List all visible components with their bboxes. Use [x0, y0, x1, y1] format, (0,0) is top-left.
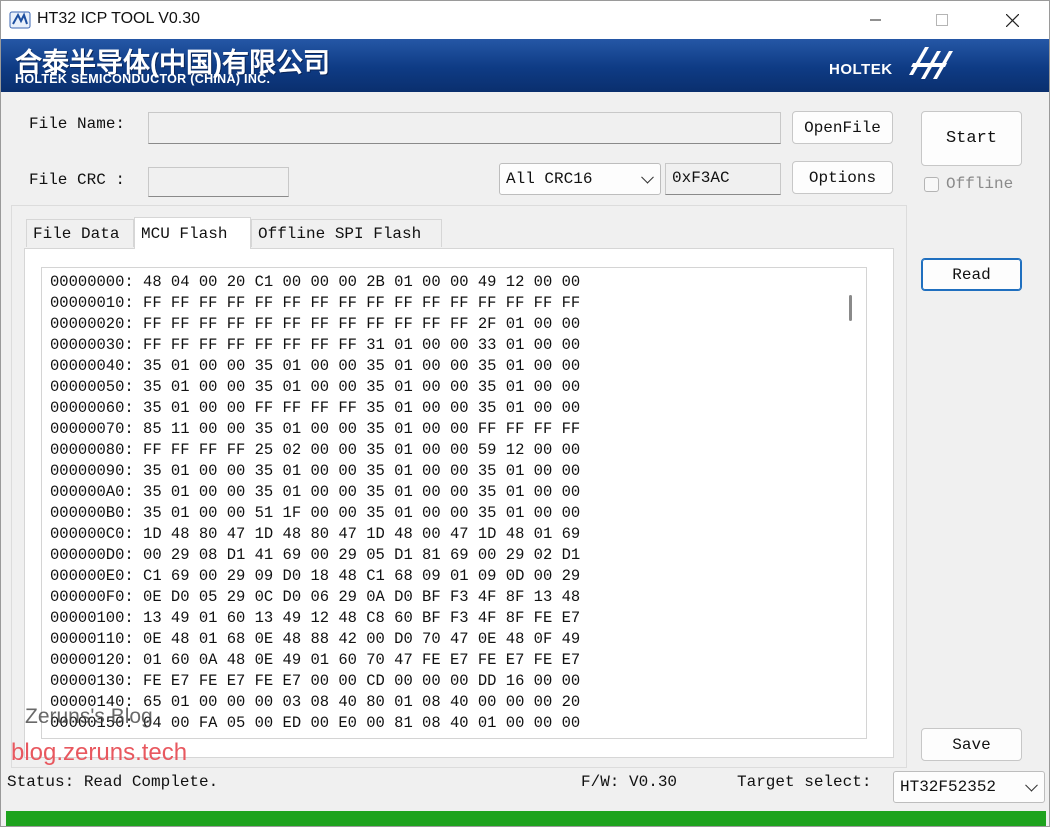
holtek-brand: HOLTEK [829, 61, 893, 78]
chevron-down-icon [641, 170, 654, 184]
hex-line: 00000000: 48 04 00 20 C1 00 00 00 2B 01 … [50, 273, 581, 291]
chevron-down-icon [1025, 778, 1038, 792]
file-crc-label: File CRC : [29, 171, 126, 189]
close-icon [1005, 13, 1019, 27]
hex-line: 000000E0: C1 69 00 29 09 D0 18 48 C1 68 … [50, 567, 581, 585]
target-select[interactable]: HT32F52352 [893, 771, 1045, 803]
read-button[interactable]: Read [921, 258, 1022, 291]
hex-line: 00000070: 85 11 00 00 35 01 00 00 35 01 … [50, 420, 581, 438]
open-file-button[interactable]: OpenFile [792, 111, 893, 144]
hex-line: 00000110: 0E 48 01 68 0E 48 88 42 00 D0 … [50, 630, 581, 648]
window-title: HT32 ICP TOOL V0.30 [37, 10, 201, 27]
hex-line: 000000C0: 1D 48 80 47 1D 48 80 47 1D 48 … [50, 525, 581, 543]
minimize-icon [870, 19, 881, 21]
hex-dump-view[interactable]: 00000000: 48 04 00 20 C1 00 00 00 2B 01 … [41, 267, 867, 739]
hex-line: 000000D0: 00 29 08 D1 41 69 00 29 05 D1 … [50, 546, 581, 564]
tab-mcu-flash[interactable]: MCU Flash [134, 217, 251, 249]
watermark-blog-url: blog.zeruns.tech [11, 739, 188, 766]
options-button[interactable]: Options [792, 161, 893, 194]
file-name-label: File Name: [29, 115, 126, 133]
tab-offline-spi-flash[interactable]: Offline SPI Flash [251, 219, 442, 247]
title-bar: HT32 ICP TOOL V0.30 [1, 1, 1049, 39]
status-text: Status: Read Complete. [7, 773, 219, 791]
target-selected: HT32F52352 [900, 778, 997, 796]
company-name-en: HOLTEK SEMICONDUCTOR (CHINA) INC. [15, 72, 271, 86]
firmware-version: F/W: V0.30 [581, 773, 678, 791]
minimize-button[interactable] [853, 1, 899, 39]
save-button[interactable]: Save [921, 728, 1022, 761]
file-crc-field[interactable] [148, 167, 289, 197]
maximize-button[interactable] [919, 1, 965, 39]
start-button[interactable]: Start [921, 111, 1022, 166]
crc-mode-select[interactable]: All CRC16 [499, 163, 661, 195]
hex-line: 000000A0: 35 01 00 00 35 01 00 00 35 01 … [50, 483, 581, 501]
hex-line: 00000050: 35 01 00 00 35 01 00 00 35 01 … [50, 378, 581, 396]
target-select-label: Target select: [737, 773, 872, 791]
crc-value-field: 0xF3AC [665, 163, 781, 195]
hex-line: 00000100: 13 49 01 60 13 49 12 48 C8 60 … [50, 609, 581, 627]
crc-mode-selected: All CRC16 [506, 170, 593, 188]
offline-label: Offline [946, 175, 1014, 193]
hex-line: 000000B0: 35 01 00 00 51 1F 00 00 35 01 … [50, 504, 581, 522]
holtek-banner: 合泰半导体(中国)有限公司 HOLTEK SEMICONDUCTOR (CHIN… [1, 39, 1049, 92]
hex-line: 00000120: 01 60 0A 48 0E 49 01 60 70 47 … [50, 651, 581, 669]
hex-line: 00000020: FF FF FF FF FF FF FF FF FF FF … [50, 315, 581, 333]
hex-line: 00000010: FF FF FF FF FF FF FF FF FF FF … [50, 294, 581, 312]
hex-line: 00000130: FE E7 FE E7 FE E7 00 00 CD 00 … [50, 672, 581, 690]
tab-file-data[interactable]: File Data [26, 219, 134, 247]
holtek-logo-icon [909, 47, 953, 79]
hex-line: 00000060: 35 01 00 00 FF FF FF FF 35 01 … [50, 399, 581, 417]
hex-line: 00000090: 35 01 00 00 35 01 00 00 35 01 … [50, 462, 581, 480]
file-name-field[interactable] [148, 112, 781, 144]
hex-line: 00000040: 35 01 00 00 35 01 00 00 35 01 … [50, 357, 581, 375]
maximize-icon [936, 14, 948, 26]
watermark-blog-name: Zeruns's Blog [25, 705, 153, 728]
offline-checkbox[interactable] [924, 177, 939, 192]
hex-line: 00000030: FF FF FF FF FF FF FF FF 31 01 … [50, 336, 581, 354]
hex-line: 000000F0: 0E D0 05 29 0C D0 06 29 0A D0 … [50, 588, 581, 606]
close-button[interactable] [989, 1, 1035, 39]
progress-bar [6, 811, 1046, 826]
app-window: HT32 ICP TOOL V0.30 合泰半导体(中国)有限公司 HOLTEK… [0, 0, 1050, 827]
hex-scrollbar-thumb[interactable] [849, 295, 852, 321]
app-logo-icon [9, 11, 31, 29]
hex-line: 00000080: FF FF FF FF 25 02 00 00 35 01 … [50, 441, 581, 459]
